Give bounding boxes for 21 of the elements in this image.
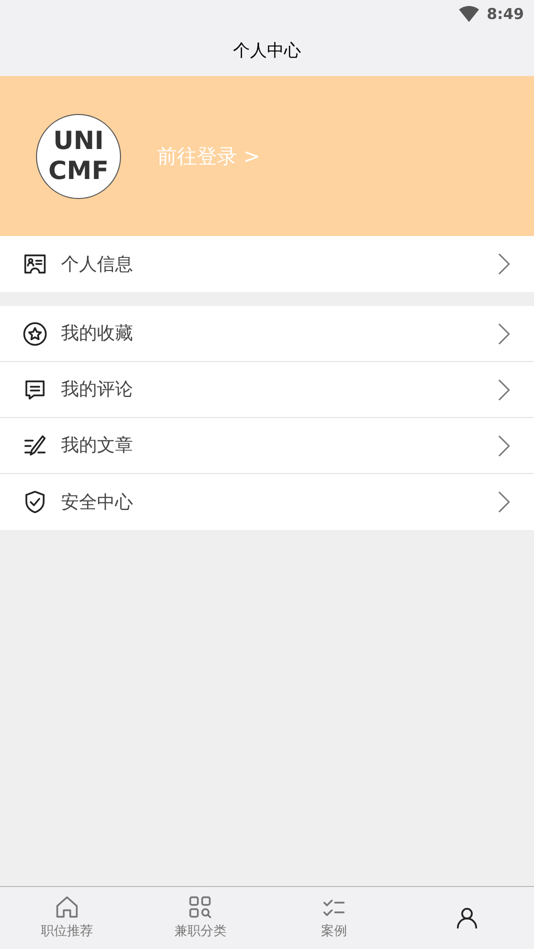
avatar-text: CMF [48,156,109,186]
chevron-right-icon [498,322,510,344]
tab[interactable]: 案例 [267,887,400,949]
page-title: 个人中心 [233,40,301,64]
wifi-icon [458,6,479,22]
tab[interactable]: 兼职分类 [134,887,267,949]
menu-label: 个人信息 [61,252,134,276]
pen-lines-icon [22,432,48,458]
chevron-right-icon [498,253,510,275]
grid-search-icon [187,894,214,920]
chevron-right-icon [498,378,510,400]
menu-label: 安全中心 [61,490,134,514]
chevron-right-icon [498,491,510,513]
status-time: 8:49 [486,4,524,25]
chevron-right-icon [498,434,510,456]
home-icon [54,894,80,920]
avatar-text: UNI [53,126,104,156]
tab[interactable]: 职位推荐 [0,887,134,949]
menu-label: 我的收藏 [61,322,134,346]
menu-label: 我的评论 [61,378,134,402]
menu-label: 我的文章 [61,434,134,458]
